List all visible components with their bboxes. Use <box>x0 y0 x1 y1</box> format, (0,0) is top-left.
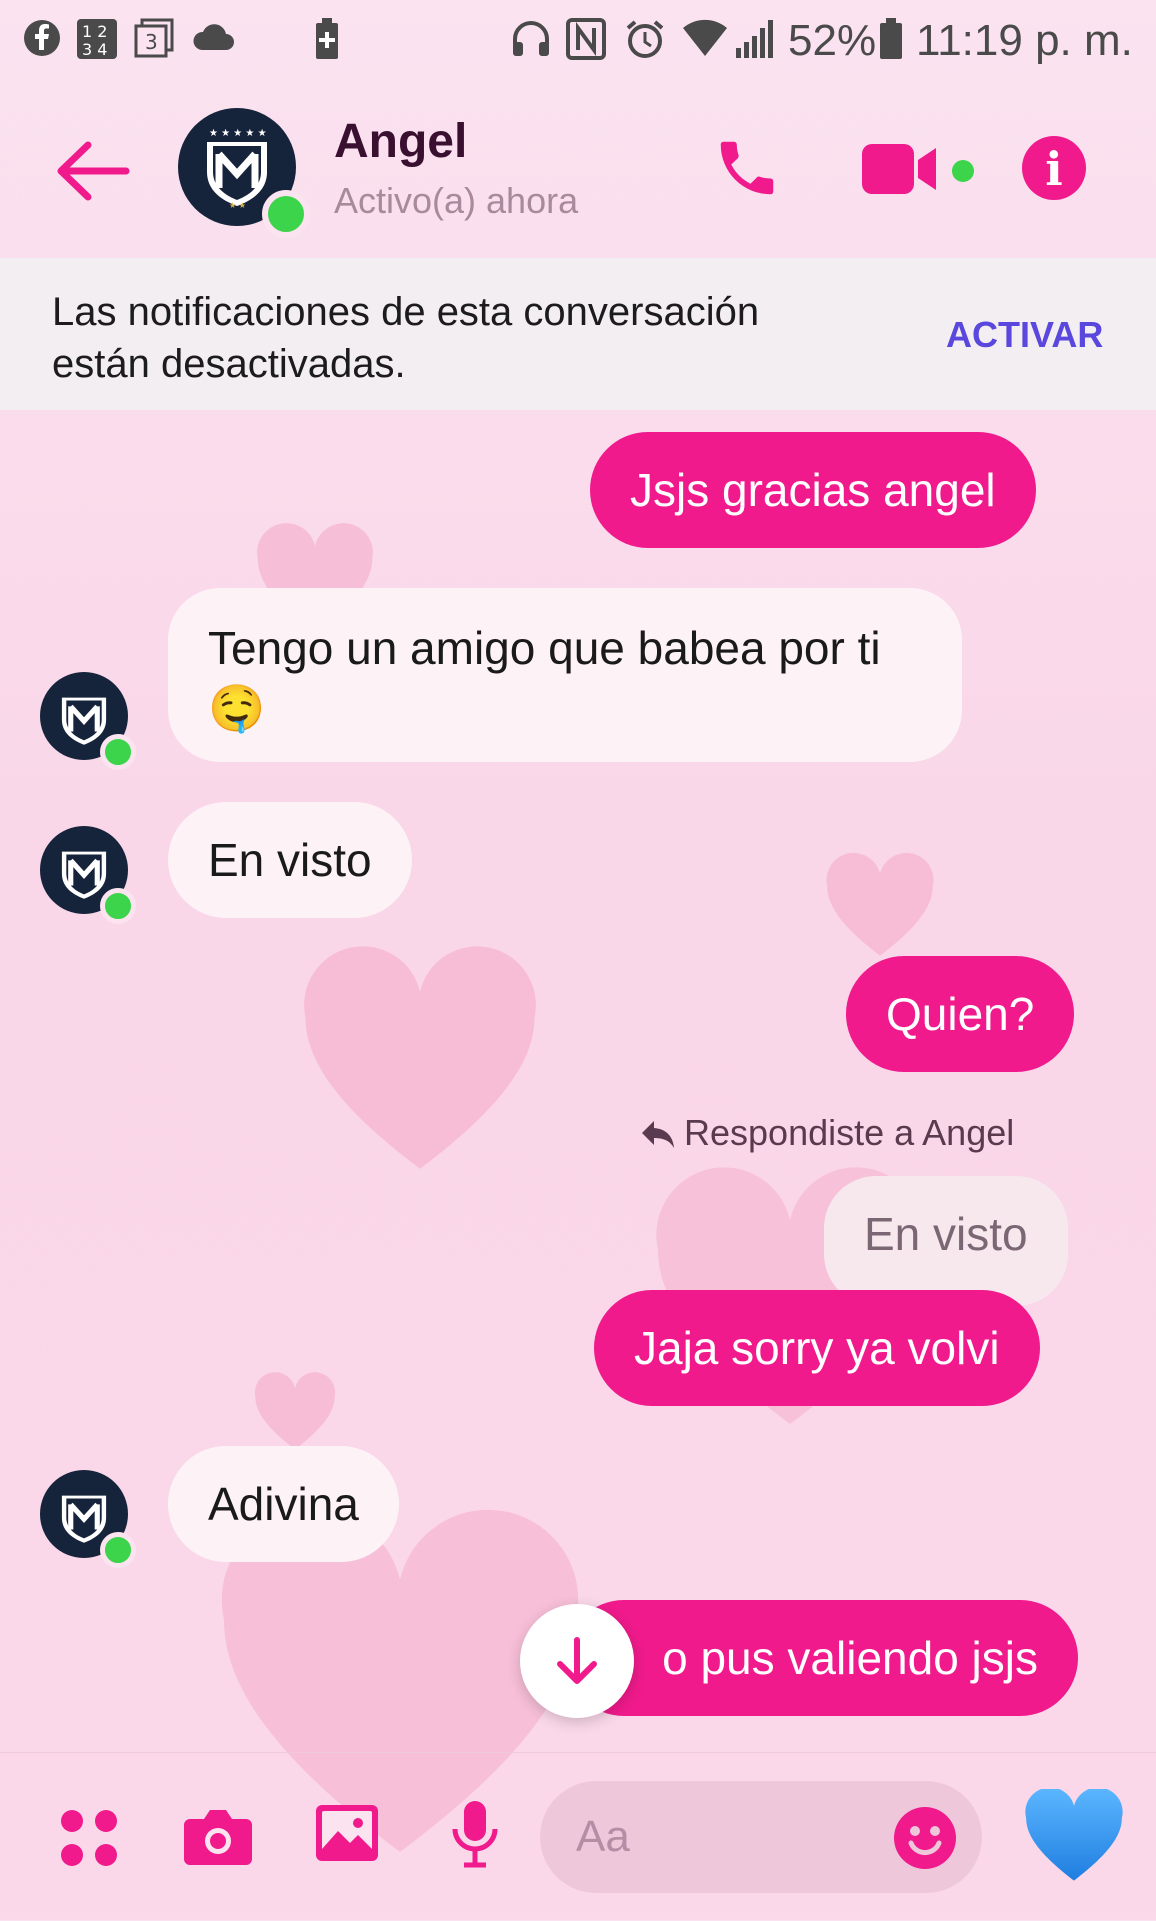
send-heart-button[interactable] <box>1022 1787 1126 1885</box>
message-bubble-incoming[interactable]: Adivina <box>168 1446 399 1562</box>
scroll-to-bottom-button[interactable] <box>520 1604 634 1718</box>
message-bubble-outgoing[interactable]: Quien? <box>846 956 1075 1072</box>
gallery-button[interactable] <box>314 1803 380 1870</box>
team-crest-icon <box>61 851 107 899</box>
reply-label: Respondiste a Angel <box>684 1112 1015 1153</box>
contact-name[interactable]: Angel <box>334 114 467 169</box>
notifications-muted-banner: Las notificaciones de esta conversación … <box>0 258 1156 410</box>
online-indicator <box>262 190 310 238</box>
video-camera-icon <box>862 144 936 194</box>
notifications-muted-text: Las notificaciones de esta conversación … <box>52 290 760 386</box>
arrow-left-icon <box>57 141 130 201</box>
contact-status: Activo(a) ahora <box>334 180 579 221</box>
voice-call-button[interactable] <box>712 132 782 204</box>
video-active-indicator <box>952 160 974 182</box>
message-bubble-outgoing[interactable]: o pus valiendo jsjs <box>566 1600 1078 1716</box>
message-composer <box>0 1752 1156 1921</box>
team-crest-icon: ★ ★ ★ ★ ★ ★ ★ <box>207 128 267 210</box>
chat-header: ★ ★ ★ ★ ★ ★ ★ Angel Activo(a) ahora i <box>0 84 1156 256</box>
apps-menu-button[interactable] <box>58 1807 120 1874</box>
nfc-icon <box>566 18 606 70</box>
news-app-icon: 3 <box>134 18 174 68</box>
online-indicator <box>100 1532 136 1568</box>
facebook-icon <box>22 18 62 68</box>
heart-decoration <box>304 946 536 1169</box>
reply-indicator: Respondiste a Angel <box>640 1112 1014 1154</box>
svg-text:1 2: 1 2 <box>82 22 107 41</box>
quoted-message-bubble[interactable]: En visto <box>824 1176 1068 1306</box>
team-crest-icon <box>61 1495 107 1543</box>
video-call-button[interactable] <box>860 140 940 198</box>
number-pad-icon: 1 23 4 <box>76 18 118 70</box>
svg-text:★ ★ ★ ★ ★: ★ ★ ★ ★ ★ <box>209 128 267 139</box>
online-indicator <box>100 734 136 770</box>
message-bubble-outgoing[interactable]: Jaja sorry ya volvi <box>594 1290 1040 1406</box>
message-bubble-incoming[interactable]: En visto <box>168 802 412 918</box>
online-indicator <box>100 888 136 924</box>
back-button[interactable] <box>50 136 130 206</box>
clock: 11:19 p. m. <box>916 16 1133 65</box>
headphones-icon <box>510 18 552 70</box>
camera-button[interactable] <box>182 1805 254 1872</box>
svg-text:3: 3 <box>145 30 158 54</box>
heart-decoration <box>826 852 934 956</box>
alarm-icon <box>624 18 666 70</box>
emoji-button[interactable] <box>894 1807 956 1869</box>
smiley-icon <box>908 1826 942 1856</box>
reply-arrow-icon <box>642 1121 674 1148</box>
message-bubble-incoming[interactable]: Tengo un amigo que babea por ti 🤤 <box>168 588 962 762</box>
camera-icon <box>184 1810 252 1865</box>
info-button[interactable]: i <box>1022 136 1086 200</box>
blue-heart-icon <box>1025 1787 1123 1881</box>
image-icon <box>316 1805 378 1861</box>
message-bubble-outgoing[interactable]: Jsjs gracias angel <box>590 432 1036 548</box>
battery-saver-icon <box>314 18 340 70</box>
svg-text:3 4: 3 4 <box>82 40 107 59</box>
activate-notifications-button[interactable]: ACTIVAR <box>946 314 1103 356</box>
info-icon: i <box>1045 142 1063 196</box>
team-crest-icon <box>61 697 107 745</box>
svg-text:★ ★: ★ ★ <box>229 201 246 210</box>
four-dots-icon <box>61 1810 117 1866</box>
battery-percent: 52% <box>788 16 877 65</box>
signal-icon <box>734 18 778 70</box>
battery-icon <box>878 18 904 70</box>
wifi-icon <box>682 18 728 68</box>
arrow-down-icon <box>557 1637 597 1684</box>
voice-message-button[interactable] <box>450 1799 500 1876</box>
phone-icon <box>720 141 774 195</box>
status-bar: 1 23 4 3 52% 11:19 p. m. <box>0 0 1156 84</box>
microphone-icon <box>452 1801 498 1868</box>
cloud-icon <box>190 18 236 68</box>
